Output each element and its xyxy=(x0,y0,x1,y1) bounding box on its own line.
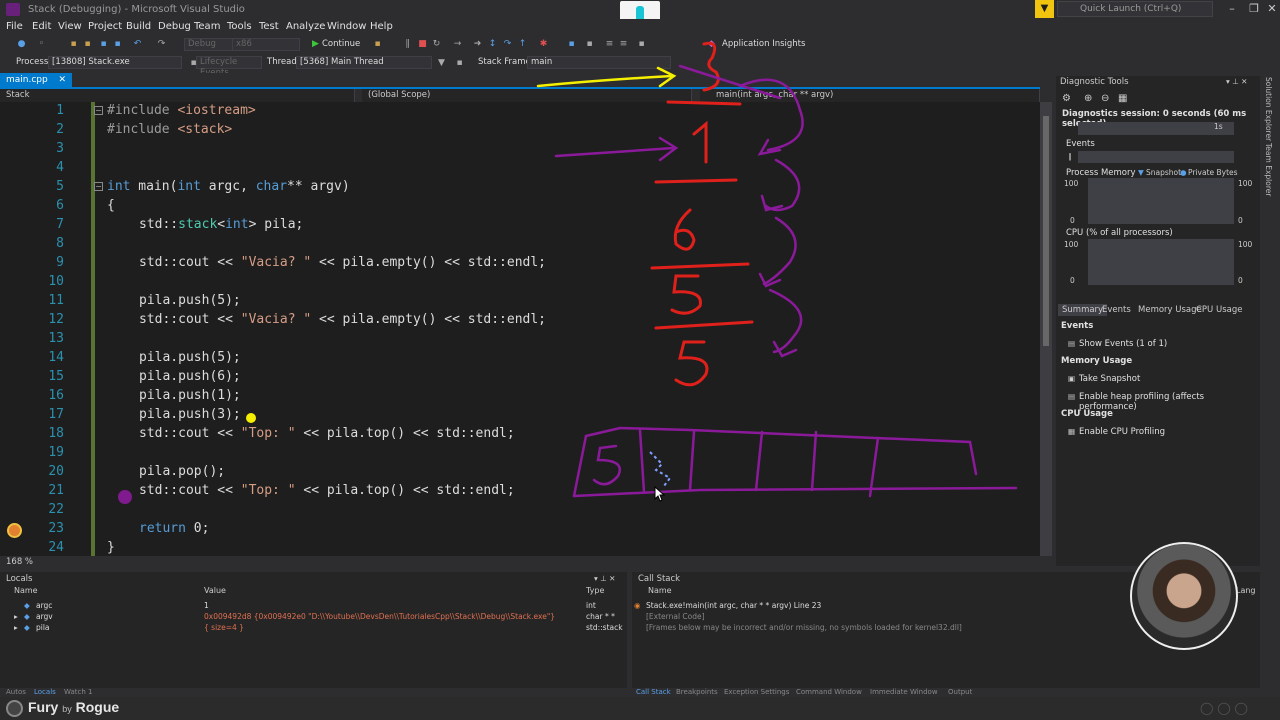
locals-window: Locals ▾ ⊥ ✕ Name Value Type ◆ argc 1 in… xyxy=(0,572,627,688)
local-type: char * * xyxy=(586,612,615,621)
local-name: pila xyxy=(36,623,50,632)
summary-events-heading: Events xyxy=(1061,321,1094,331)
video-overlay-brand-bar: Fury by Rogue ◯ ◯ ◯ xyxy=(0,697,1280,720)
timeline-tick: 1s xyxy=(1214,122,1223,131)
playback-controls-icon[interactable]: ◯ ◯ ◯ xyxy=(1200,701,1248,715)
locals-header-name[interactable]: Name xyxy=(14,586,38,595)
heap-icon: ▤ xyxy=(1068,392,1076,401)
show-events-icon: ▤ xyxy=(1068,339,1076,348)
reset-view-icon[interactable]: ▦ xyxy=(1118,93,1127,104)
local-value[interactable]: { size=4 } xyxy=(204,623,244,632)
cpu-profiling-link[interactable]: Enable CPU Profiling xyxy=(1079,427,1165,437)
tab-exception-settings[interactable]: Exception Settings xyxy=(724,688,789,696)
variable-icon: ◆ xyxy=(24,623,30,632)
annotation-red-stack-numbers xyxy=(650,41,754,387)
annotation-yellow-arrow xyxy=(536,66,677,88)
brand-text: Fury by Rogue xyxy=(28,699,119,715)
break-event-icon: ∥ xyxy=(1068,152,1072,161)
side-tab-solution-explorer[interactable]: Solution Explorer xyxy=(1264,77,1273,141)
local-name: argc xyxy=(36,601,53,610)
camera-icon: ▣ xyxy=(1068,374,1076,383)
cpu-usage-graph[interactable] xyxy=(1088,239,1234,285)
locals-title: Locals xyxy=(6,574,33,584)
side-tab-team-explorer[interactable]: Team Explorer xyxy=(1264,143,1273,196)
show-events-link[interactable]: Show Events (1 of 1) xyxy=(1079,339,1167,349)
private-bytes-legend: Private Bytes xyxy=(1188,168,1238,177)
cpu-profiling-icon: ▦ xyxy=(1068,427,1076,436)
cpu-axis-max-right: 100 xyxy=(1238,240,1253,249)
tab-cpu-usage[interactable]: CPU Usage xyxy=(1192,304,1246,316)
local-type: int xyxy=(586,601,596,610)
settings-gear-icon[interactable]: ⚙ xyxy=(1062,93,1071,104)
zoom-in-icon[interactable]: ⊕ xyxy=(1084,93,1092,104)
tab-output[interactable]: Output xyxy=(948,688,972,696)
brand-studio: Rogue xyxy=(75,699,120,715)
events-section-label: Events xyxy=(1066,139,1095,149)
local-value[interactable]: 0x009492d8 {0x009492e0 "D:\\Youtube\\Dev… xyxy=(204,612,555,621)
memory-axis-max-right: 100 xyxy=(1238,179,1253,188)
cpu-axis-min: 0 xyxy=(1070,276,1075,285)
zoom-out-icon[interactable]: ⊖ xyxy=(1101,93,1109,104)
mouse-cursor-icon xyxy=(654,486,666,502)
annotation-yellow-dot xyxy=(246,413,256,423)
tool-window-tab-strip: Autos Locals Watch 1 Call Stack Breakpoi… xyxy=(0,688,1280,697)
local-type: std::stack xyxy=(586,623,623,632)
tab-events[interactable]: Events xyxy=(1098,304,1135,316)
annotation-blue-scribble xyxy=(649,451,672,487)
locals-header-type[interactable]: Type xyxy=(586,586,604,595)
summary-memory-heading: Memory Usage xyxy=(1061,356,1133,366)
brand-name: Fury xyxy=(28,699,59,715)
local-value[interactable]: 1 xyxy=(204,601,209,610)
right-side-tab-strip: Solution Explorer Team Explorer xyxy=(1262,73,1280,568)
call-stack-header-language[interactable]: Lang xyxy=(1236,586,1256,595)
snapshot-legend-icon: ▼ xyxy=(1138,168,1144,177)
tab-immediate-window[interactable]: Immediate Window xyxy=(870,688,938,696)
memory-axis-min-right: 0 xyxy=(1238,216,1243,225)
tab-watch-1[interactable]: Watch 1 xyxy=(64,688,92,696)
tab-breakpoints[interactable]: Breakpoints xyxy=(676,688,718,696)
call-stack-header-name[interactable]: Name xyxy=(648,586,672,595)
brand-by: by xyxy=(62,704,72,714)
cpu-axis-max: 100 xyxy=(1064,240,1079,249)
call-stack-frame[interactable]: [External Code] xyxy=(646,612,705,621)
current-frame-icon: ◉ xyxy=(634,601,641,610)
snapshot-legend: Snapshot xyxy=(1146,168,1182,177)
variable-icon: ◆ xyxy=(24,601,30,610)
locals-pin-icon[interactable]: ▾ ⊥ ✕ xyxy=(594,574,615,583)
annotation-purple-array xyxy=(572,426,1018,498)
cpu-axis-min-right: 0 xyxy=(1238,276,1243,285)
events-timeline[interactable] xyxy=(1078,151,1234,163)
private-bytes-legend-icon: ● xyxy=(1180,168,1187,177)
webcam-overlay xyxy=(1130,542,1238,650)
diagnostic-tools-panel: Diagnostic Tools ▾ ⊥ ✕ ⚙ ⊕ ⊖ ▦ Diagnosti… xyxy=(1056,76,1260,566)
expand-icon[interactable]: ▸ xyxy=(14,623,18,632)
expand-icon[interactable]: ▸ xyxy=(14,612,18,621)
local-name: argv xyxy=(36,612,53,621)
call-stack-frame[interactable]: Stack.exe!main(int argc, char * * argv) … xyxy=(646,601,821,610)
panel-pin-icon[interactable]: ▾ ⊥ ✕ xyxy=(1226,77,1247,86)
tab-call-stack[interactable]: Call Stack xyxy=(636,688,671,696)
cpu-section-label: CPU (% of all processors) xyxy=(1066,228,1173,238)
process-memory-label: Process Memory xyxy=(1066,168,1136,178)
tab-autos[interactable]: Autos xyxy=(6,688,26,696)
process-memory-graph[interactable] xyxy=(1088,178,1234,224)
tab-command-window[interactable]: Command Window xyxy=(796,688,862,696)
memory-axis-max: 100 xyxy=(1064,179,1079,188)
call-stack-frame[interactable]: [Frames below may be incorrect and/or mi… xyxy=(646,623,962,632)
take-snapshot-link[interactable]: Take Snapshot xyxy=(1079,374,1140,384)
variable-icon: ◆ xyxy=(24,612,30,621)
locals-header-value[interactable]: Value xyxy=(204,586,226,595)
memory-axis-min: 0 xyxy=(1070,216,1075,225)
summary-cpu-heading: CPU Usage xyxy=(1061,409,1113,419)
tab-locals[interactable]: Locals xyxy=(34,688,56,696)
timeline-ruler[interactable] xyxy=(1078,122,1234,135)
fury-logo-icon xyxy=(6,700,23,717)
